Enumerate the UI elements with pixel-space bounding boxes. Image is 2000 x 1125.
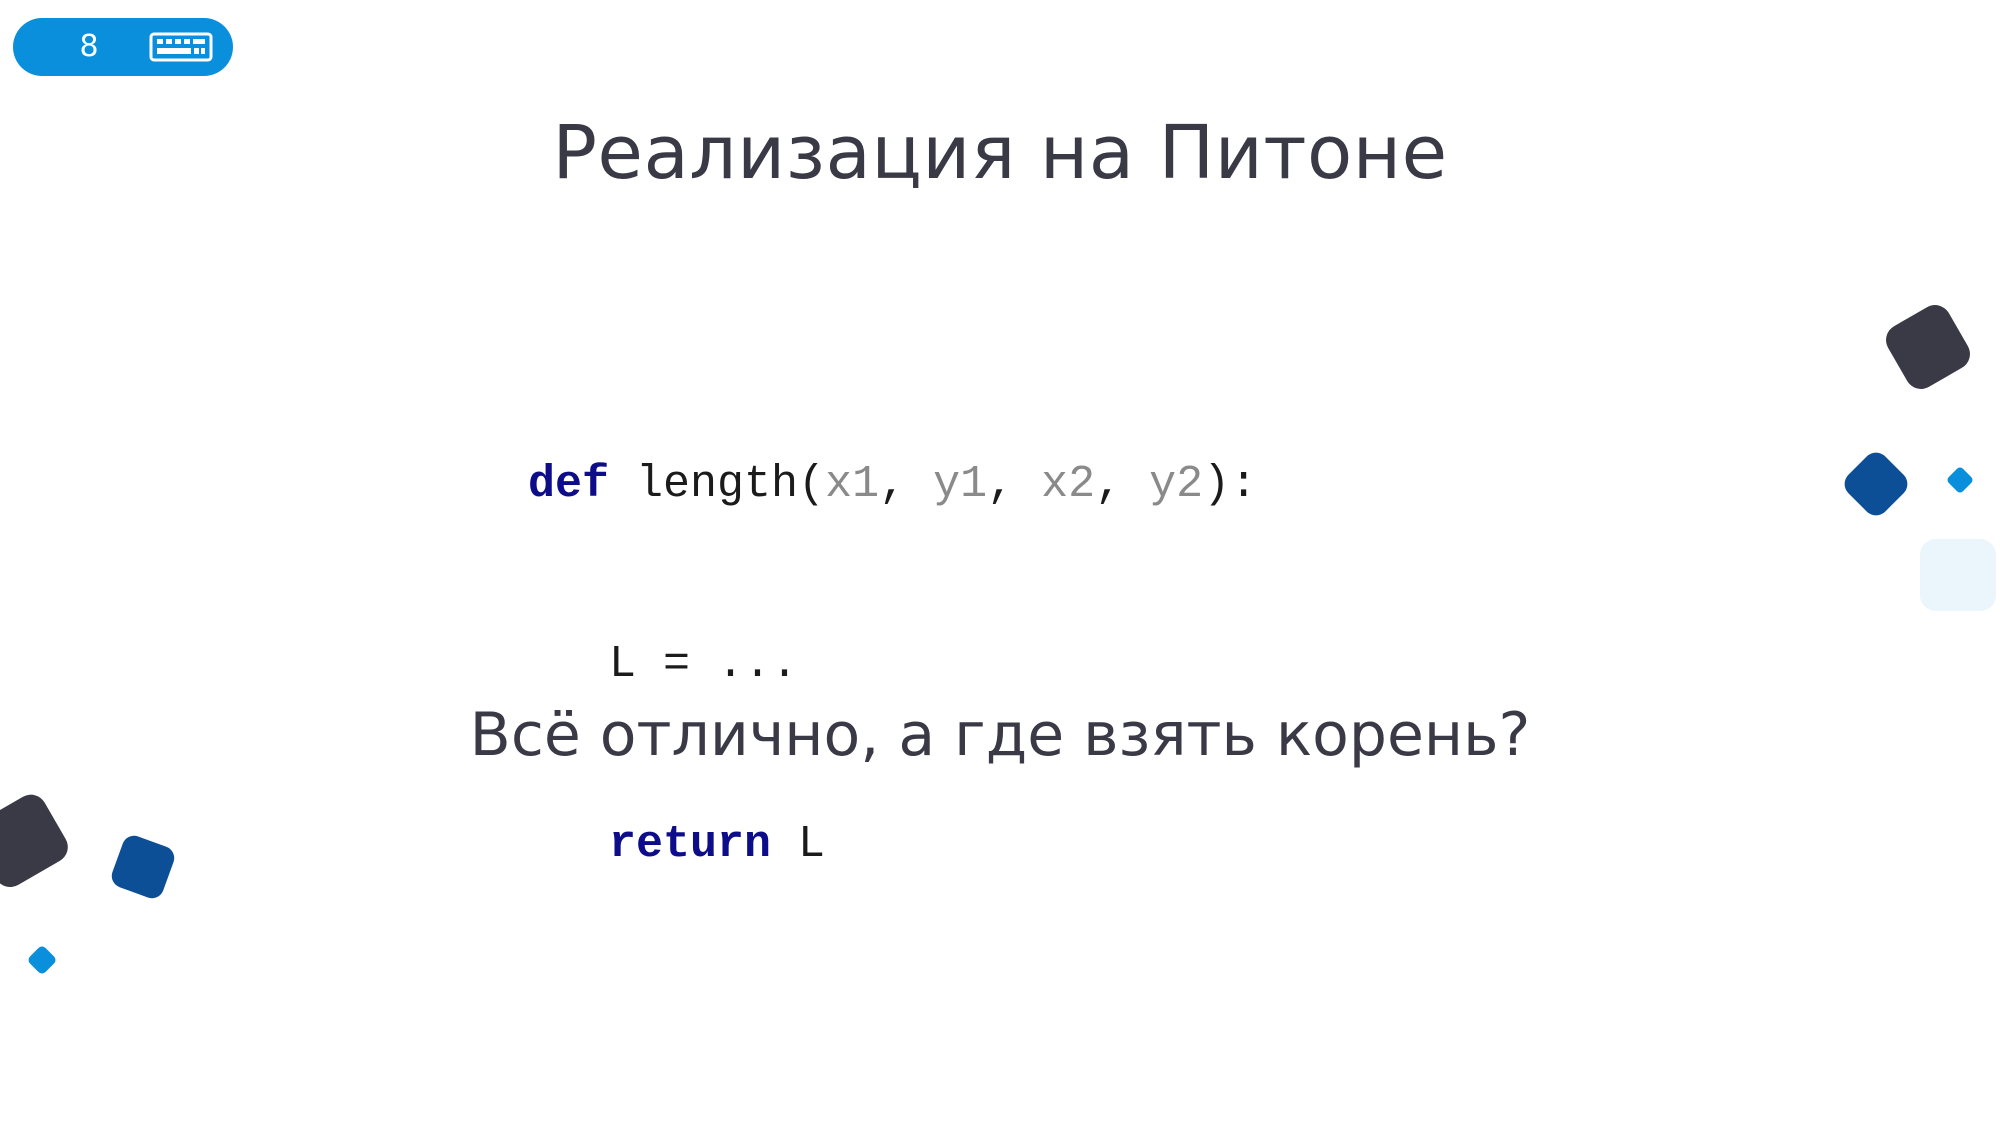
decor-blue-square-left <box>28 946 56 974</box>
code-separator: , <box>987 459 1042 510</box>
decor-blue-square-right <box>1947 467 1973 493</box>
code-line-1: def length(x1, y1, x2, y2): <box>528 455 1257 515</box>
code-line-3: return L <box>528 815 1257 875</box>
decor-dark-square-left <box>0 794 68 888</box>
code-arg-y1: y1 <box>933 459 988 510</box>
code-arg-x1: x1 <box>825 459 880 510</box>
decor-pale-square-right <box>1920 539 1996 611</box>
keyboard-icon <box>149 32 213 62</box>
code-assignment: L = ... <box>609 639 799 690</box>
code-keyword-return: return <box>609 819 772 870</box>
code-function-name: length( <box>609 459 826 510</box>
code-return-value: L <box>771 819 826 870</box>
code-line-2: L = ... <box>528 635 1257 695</box>
decor-navy-square-right <box>1844 452 1908 516</box>
code-separator: , <box>1095 459 1150 510</box>
code-block: def length(x1, y1, x2, y2): L = ... retu… <box>528 335 1257 995</box>
slide-number: 8 <box>79 29 99 64</box>
slide-title: Реализация на Питоне <box>552 110 1448 196</box>
code-arg-y2: y2 <box>1149 459 1204 510</box>
decor-dark-square-right <box>1886 305 1970 389</box>
code-arg-x2: x2 <box>1041 459 1096 510</box>
code-keyword-def: def <box>528 459 610 510</box>
slide-number-badge[interactable]: 8 <box>13 18 233 76</box>
slide: 8 Реализация на Питоне def length(x1, y1… <box>0 0 2000 1125</box>
slide-question: Всё отлично, а где взять корень? <box>469 700 1531 770</box>
code-separator: , <box>879 459 934 510</box>
code-signature-end: ): <box>1203 459 1258 510</box>
decor-navy-square-left <box>111 835 175 899</box>
